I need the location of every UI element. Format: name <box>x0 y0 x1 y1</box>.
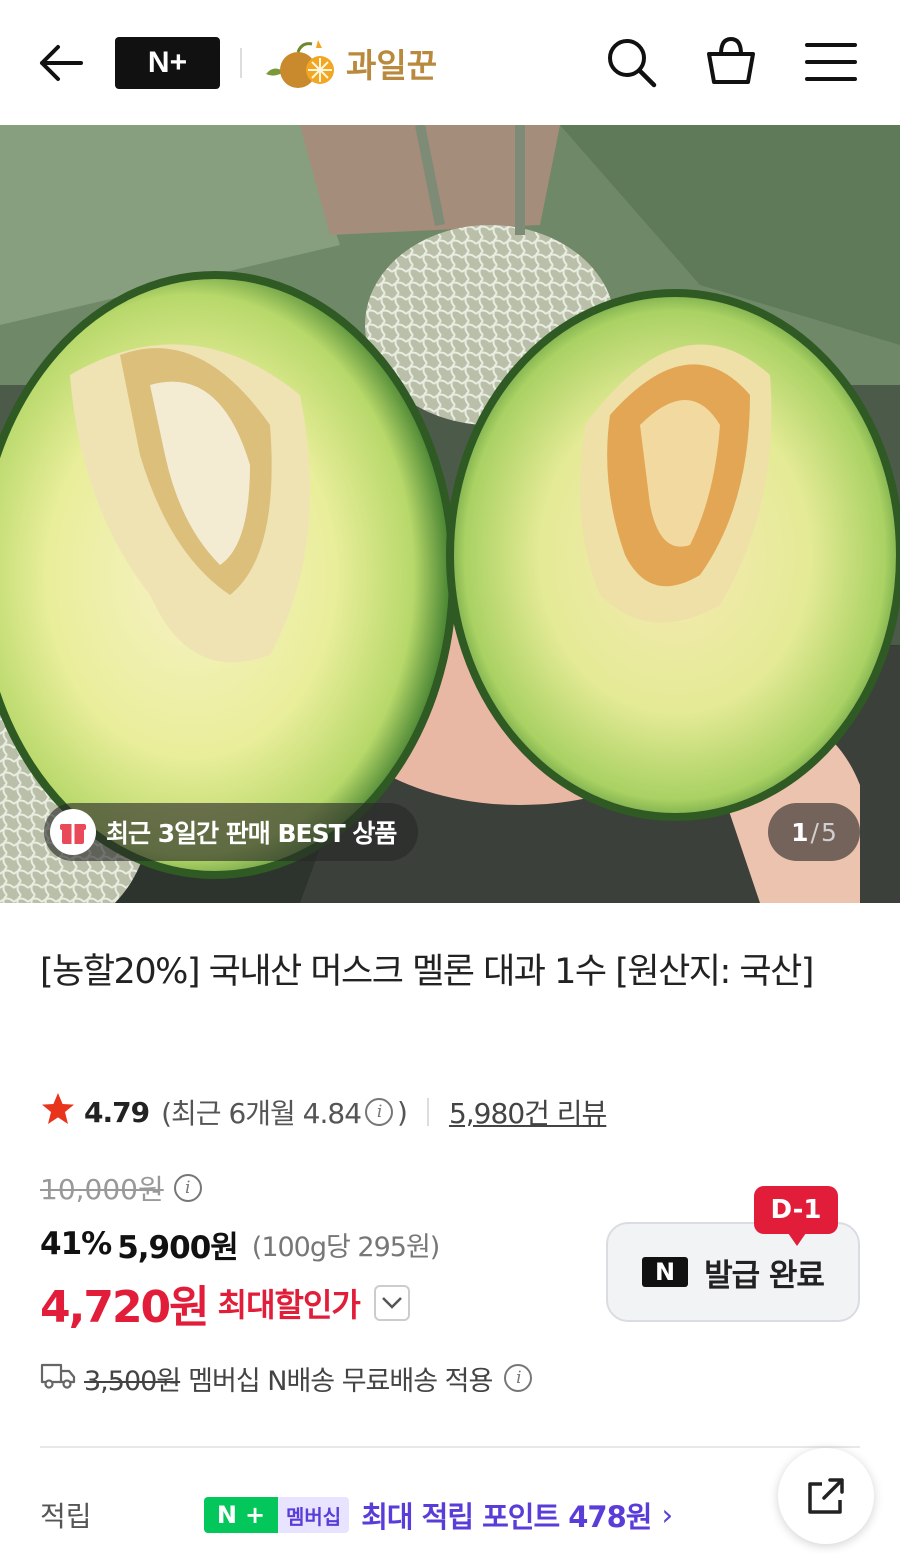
star-icon <box>40 1091 76 1134</box>
top-header: N+ 과일꾼 <box>0 0 900 125</box>
final-price-label: 최대할인가 <box>217 1286 361 1324</box>
product-title: [농할20%] 국내산 머스크 멜론 대과 1수 [원산지: 국산] <box>40 952 814 992</box>
rating-row: 4.79 (최근 6개월 4.84 i ) 5,980건 리뷰 <box>40 1090 607 1134</box>
review-count-link[interactable]: 5,980건 리뷰 <box>449 1092 607 1132</box>
product-image-carousel[interactable] <box>0 125 900 903</box>
pager-current: 1 <box>791 817 809 847</box>
best-seller-badge: 최근 3일간 판매 BEST 상품 <box>44 803 419 861</box>
recent-rating: (최근 6개월 4.84 i ) <box>161 1092 408 1132</box>
rating-divider <box>426 1098 429 1126</box>
badge-plus: + <box>244 1501 266 1529</box>
store-name: 과일꾼 <box>346 46 438 85</box>
image-pager: 1 / 5 <box>768 803 860 861</box>
melon-photo <box>0 125 900 903</box>
badge-membership: 멤버십 <box>278 1497 350 1533</box>
points-label: 적립 <box>40 1500 92 1533</box>
dday-badge: D-1 <box>754 1186 838 1246</box>
shipping-text: 멤버십 N배송 무료배송 적용 <box>188 1365 493 1397</box>
back-arrow-icon[interactable] <box>36 38 86 88</box>
info-icon[interactable]: i <box>365 1098 394 1126</box>
share-icon <box>808 1478 844 1514</box>
store-logo[interactable]: 과일꾼 <box>262 34 462 92</box>
best-seller-text: 최근 3일간 판매 BEST 상품 <box>106 819 397 848</box>
original-price: 10,000원 <box>40 1173 164 1206</box>
recent-rating-text: (최근 6개월 4.84 <box>161 1097 362 1130</box>
original-price-row: 10,000원 i <box>40 1166 206 1210</box>
section-divider <box>40 1446 860 1448</box>
badge-n: N <box>216 1501 237 1529</box>
chevron-right-icon: › <box>661 1498 673 1532</box>
naver-n-icon: N <box>642 1257 689 1287</box>
info-icon[interactable]: i <box>173 1174 202 1202</box>
final-price: 4,720원 <box>40 1282 210 1333</box>
cart-icon[interactable] <box>703 34 759 90</box>
naver-plus-mark: N + <box>204 1497 278 1533</box>
gift-icon <box>50 809 96 855</box>
unit-price: (100g당 295원) <box>251 1231 441 1263</box>
discount-rate: 41% <box>40 1226 112 1262</box>
rating-score: 4.79 <box>84 1095 150 1129</box>
coupon-label: 발급 완료 <box>704 1257 825 1294</box>
max-points-text: 최대 적립 포인트 478원 <box>361 1500 652 1534</box>
original-shipping-fee: 3,500원 <box>84 1365 181 1397</box>
chevron-down-icon[interactable] <box>373 1285 410 1321</box>
pager-total: 5 <box>820 817 837 847</box>
fruit-logo-icon <box>266 40 334 88</box>
info-icon[interactable]: i <box>504 1364 533 1392</box>
naver-plus-store-logo[interactable]: N+ <box>115 37 220 89</box>
final-price-row: 4,720원 최대할인가 <box>40 1274 410 1333</box>
discount-price: 5,900원 <box>117 1229 239 1266</box>
truck-icon <box>40 1360 76 1397</box>
shipping-row: 3,500원 멤버십 N배송 무료배송 적용 i <box>40 1356 536 1400</box>
menu-icon[interactable] <box>803 34 859 90</box>
naver-membership-badge: N + 멤버십 <box>204 1497 350 1533</box>
pager-separator: / <box>810 817 819 847</box>
share-button[interactable] <box>778 1448 874 1544</box>
points-row[interactable]: 적립 N + 멤버십 최대 적립 포인트 478원 › <box>40 1490 740 1540</box>
search-icon[interactable] <box>603 34 659 90</box>
naver-plus-label: N+ <box>147 46 188 79</box>
header-divider <box>240 48 242 78</box>
discount-price-row: 41% 5,900원 (100g당 295원) <box>40 1221 441 1267</box>
recent-rating-close: ) <box>397 1095 408 1129</box>
coupon-issued-button[interactable]: N 발급 완료 <box>606 1222 860 1322</box>
